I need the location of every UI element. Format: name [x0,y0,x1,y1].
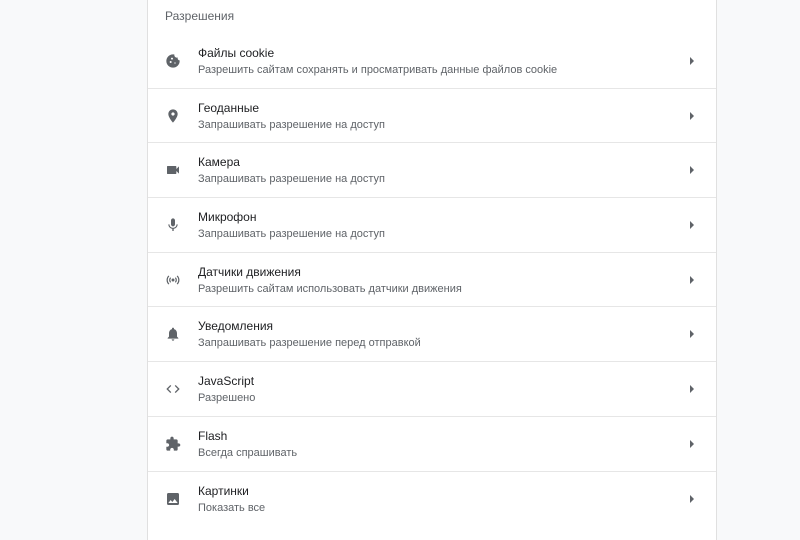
row-label: Камера [198,155,240,170]
row-sublabel: Запрашивать разрешение на доступ [198,228,385,241]
permission-row-notifications[interactable]: Уведомления Запрашивать разрешение перед… [148,307,716,363]
chevron-right-icon [688,111,696,121]
row-label: Файлы cookie [198,46,275,60]
permission-row-camera[interactable]: Камера Запрашивать разрешение на доступ [148,143,716,199]
row-label: Датчики движения [198,264,301,279]
row-label: Уведомления [198,319,274,334]
chevron-right-icon [688,384,696,394]
permission-row-motion-sensors[interactable]: Датчики движения Разрешить сайтам исполь… [148,253,716,308]
row-sublabel: Запрашивать разрешение на доступ [198,173,385,186]
row-sublabel: Запрашивать разрешение перед отправкой [198,337,421,350]
row-label: Flash [198,428,228,443]
permission-row-flash[interactable]: Flash Всегда спрашивать [148,417,716,472]
row-sublabel: Разрешено [198,392,256,405]
chevron-right-icon [688,165,696,175]
section-title: Разрешения [165,9,235,23]
row-label: Картинки [198,483,249,498]
row-sublabel: Показать все [198,501,266,514]
puzzle-icon [165,436,181,452]
row-label: JavaScript [198,374,255,389]
motion-sensors-icon [165,272,181,288]
row-sublabel: Запрашивать разрешение на доступ [198,118,385,131]
permissions-card: Разрешения Файлы cookie Разрешить сайтам… [147,0,717,540]
row-sublabel: Разрешить сайтам сохранять и просматрива… [198,64,558,76]
cookie-icon [165,53,181,69]
permission-row-images[interactable]: Картинки Показать все [148,472,716,527]
permission-row-location[interactable]: Геоданные Запрашивать разрешение на дост… [148,89,716,144]
chevron-right-icon [688,494,696,504]
row-sublabel: Разрешить сайтам использовать датчики дв… [198,282,462,295]
location-pin-icon [165,108,181,124]
permission-row-microphone[interactable]: Микрофон Запрашивать разрешение на досту… [148,198,716,253]
code-icon [165,381,181,397]
chevron-right-icon [688,275,696,285]
chevron-right-icon [688,56,696,66]
row-label: Микрофон [198,210,257,225]
permission-row-cookies[interactable]: Файлы cookie Разрешить сайтам сохранять … [148,34,716,89]
row-sublabel: Всегда спрашивать [198,446,298,459]
chevron-right-icon [688,439,696,449]
chevron-right-icon [688,220,696,230]
chevron-right-icon [688,329,696,339]
permission-row-javascript[interactable]: JavaScript Разрешено [148,362,716,417]
row-label: Геоданные [198,100,260,115]
image-icon [165,491,181,507]
bell-icon [165,326,181,342]
microphone-icon [165,217,181,233]
camera-icon [165,162,181,178]
